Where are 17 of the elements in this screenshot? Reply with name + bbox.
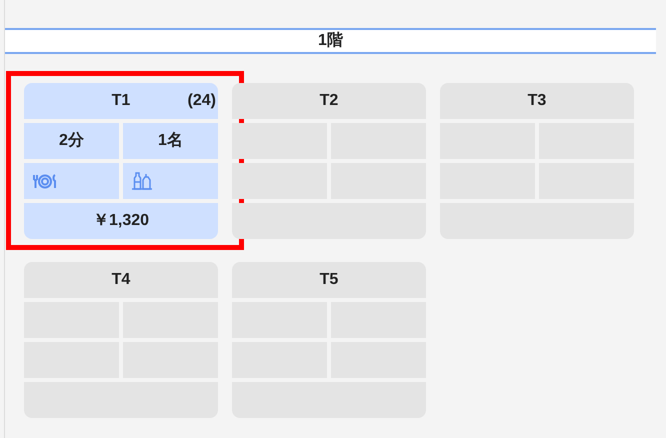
table-header[interactable]: T3	[440, 83, 634, 119]
table-cell: ￥1,320	[24, 203, 218, 239]
plate-cutlery-icon	[32, 173, 58, 189]
table-cell: 2分	[24, 123, 119, 159]
table-name: T1	[112, 91, 130, 111]
table-name: T2	[320, 91, 338, 111]
order-count: (24)	[188, 91, 216, 111]
table-header[interactable]: T5	[232, 262, 426, 298]
table-name: T4	[112, 270, 130, 290]
floor-title: 1階	[318, 30, 343, 51]
table-name: T5	[320, 270, 338, 290]
table-header[interactable]: T2	[232, 83, 426, 119]
bottles-icon	[131, 172, 153, 190]
table-header[interactable]: T4	[24, 262, 218, 298]
table-cell: 1名	[123, 123, 218, 159]
table-name: T3	[528, 91, 546, 111]
table-header[interactable]: T1 (24)	[24, 83, 218, 119]
